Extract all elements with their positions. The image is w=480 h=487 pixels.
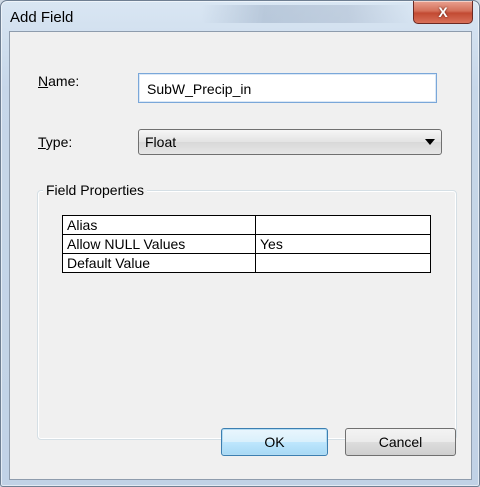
name-input[interactable]: SubW_Precip_in xyxy=(138,73,437,103)
type-label: Type: xyxy=(38,134,73,150)
close-icon: X xyxy=(438,4,448,20)
type-dropdown[interactable]: Float xyxy=(138,129,442,155)
field-properties-title: Field Properties xyxy=(43,182,148,198)
property-key: Allow NULL Values xyxy=(62,234,256,254)
dialog-client-area: Name: SubW_Precip_in Type: Float Field P… xyxy=(9,31,472,480)
title-bar[interactable]: Add Field X xyxy=(1,1,479,31)
type-dropdown-value: Float xyxy=(145,134,177,150)
field-properties-table: Alias Allow NULL Values Yes Default Valu… xyxy=(62,215,431,273)
property-value[interactable] xyxy=(255,215,431,235)
ok-button[interactable]: OK xyxy=(221,428,328,456)
property-value[interactable]: Yes xyxy=(255,234,431,254)
name-label: Name: xyxy=(38,73,80,89)
window-title: Add Field xyxy=(10,9,74,26)
close-button[interactable]: X xyxy=(413,1,473,24)
table-row: Alias xyxy=(62,215,431,235)
chevron-down-icon xyxy=(425,139,435,145)
title-bar-blur xyxy=(201,5,411,23)
add-field-dialog: Add Field X Name: SubW_Precip_in Type: F… xyxy=(0,0,480,487)
property-key: Alias xyxy=(62,215,256,235)
table-row: Allow NULL Values Yes xyxy=(62,234,431,254)
table-row: Default Value xyxy=(62,253,431,273)
property-value[interactable] xyxy=(255,253,431,273)
property-key: Default Value xyxy=(62,253,256,273)
cancel-button[interactable]: Cancel xyxy=(345,428,456,456)
